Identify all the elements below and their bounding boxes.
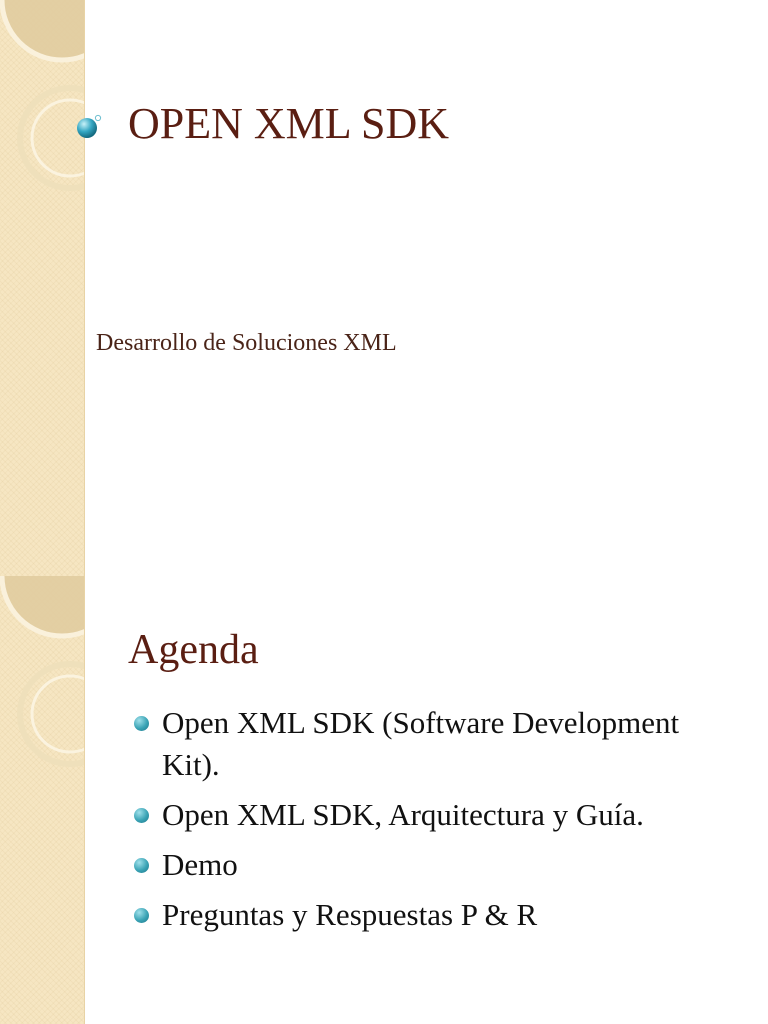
slide-subtitle: Desarrollo de Soluciones XML <box>96 330 397 356</box>
list-item: Open XML SDK, Arquitectura y Guía. <box>132 794 742 836</box>
document-page: OPEN XML SDK Desarrollo de Soluciones XM… <box>0 0 768 1024</box>
round-bullet-icon <box>134 808 149 823</box>
agenda-list: Open XML SDK (Software Development Kit).… <box>132 702 742 944</box>
round-bullet-icon <box>134 908 149 923</box>
list-item: Open XML SDK (Software Development Kit). <box>132 702 742 786</box>
round-bullet-icon <box>134 858 149 873</box>
concentric-circles-ornament <box>0 0 84 191</box>
sphere-bullet-icon <box>77 114 102 138</box>
list-item-text: Demo <box>162 847 238 882</box>
slide-title-text: OPEN XML SDK <box>128 99 450 148</box>
round-bullet-icon <box>134 716 149 731</box>
list-item-text: Preguntas y Respuestas P & R <box>162 897 538 932</box>
slide-title: OPEN XML SDK Desarrollo de Soluciones XM… <box>0 0 768 576</box>
side-band <box>0 0 85 576</box>
agenda-title: Agenda <box>128 627 259 673</box>
slide-agenda: Agenda Open XML SDK (Software Developmen… <box>0 576 768 1024</box>
list-item-text: Open XML SDK, Arquitectura y Guía. <box>162 797 644 832</box>
list-item: Demo <box>132 844 742 886</box>
list-item-text: Open XML SDK (Software Development Kit). <box>162 705 680 782</box>
side-band <box>0 576 85 1024</box>
concentric-circles-ornament <box>0 576 84 767</box>
list-item: Preguntas y Respuestas P & R <box>132 894 742 936</box>
